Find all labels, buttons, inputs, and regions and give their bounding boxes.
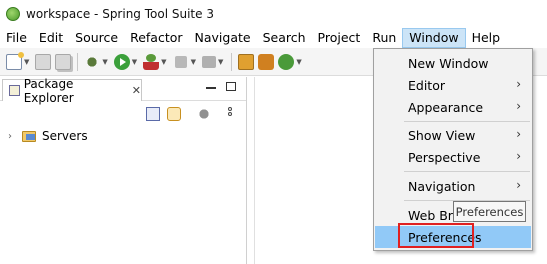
tree-row[interactable]: › Servers [0,127,246,145]
menu-navigate[interactable]: Navigate [189,28,257,48]
spring-boot-icon[interactable] [278,53,295,70]
view-menu-icon[interactable] [228,107,232,121]
submenu-arrow-icon: › [516,99,521,113]
menu-item-appearance[interactable]: Appearance › [375,96,531,118]
menu-item-label: Perspective [408,149,481,165]
menu-source[interactable]: Source [69,28,124,48]
tree-label-servers: Servers [42,129,88,143]
menu-file[interactable]: File [0,28,33,48]
title-bar: workspace - Spring Tool Suite 3 [0,0,547,28]
menu-item-editor[interactable]: Editor › [375,74,531,96]
server-icon[interactable] [201,55,216,68]
menu-project[interactable]: Project [312,28,367,48]
submenu-arrow-icon: › [516,77,521,91]
menu-search[interactable]: Search [257,28,312,48]
minimize-icon[interactable] [206,87,216,89]
menu-item-new-window[interactable]: New Window [375,52,531,74]
menu-separator [404,121,530,122]
run-dropdown-icon[interactable]: ▼ [132,58,137,66]
external-tools-dropdown-icon[interactable]: ▼ [161,58,166,66]
menu-item-label: Editor [408,77,445,93]
toolbar-separator [231,52,233,71]
package-explorer-view: Package Explorer ✕ › Servers [0,77,247,264]
menu-item-label: Preferences [408,229,482,245]
spring-boot-dropdown-icon[interactable]: ▼ [296,58,301,66]
server-folder-icon [22,130,36,142]
focus-on-active-task-icon[interactable] [197,107,211,121]
menu-help[interactable]: Help [466,28,507,48]
menu-item-label: Navigation [408,178,476,194]
window-title: workspace - Spring Tool Suite 3 [26,7,214,21]
tooltip: Preferences [453,201,526,222]
toolbar-separator [77,52,79,71]
view-tab-bar: Package Explorer ✕ [0,77,246,105]
save-all-icon[interactable] [55,53,72,70]
menu-run[interactable]: Run [366,28,402,48]
menu-bar: File Edit Source Refactor Navigate Searc… [0,28,547,48]
menu-item-show-view[interactable]: Show View › [375,124,531,146]
menu-item-label: Appearance [408,99,484,115]
server-dropdown-icon[interactable]: ▼ [218,58,223,66]
menu-item-label: Show View [408,127,476,143]
menu-item-perspective[interactable]: Perspective › [375,146,531,168]
new-package-icon[interactable] [238,53,255,70]
menu-separator [404,171,530,172]
menu-item-label: New Window [408,55,489,71]
chevron-right-icon[interactable]: › [8,131,22,142]
stop-icon[interactable] [174,55,187,68]
package-explorer-tab[interactable]: Package Explorer ✕ [2,77,142,105]
run-icon[interactable] [113,53,130,70]
close-icon[interactable]: ✕ [132,84,141,97]
link-with-editor-icon[interactable] [167,107,181,121]
new-class-icon[interactable] [258,53,275,70]
stop-dropdown-icon[interactable]: ▼ [191,58,196,66]
save-icon[interactable] [35,53,52,70]
debug-dropdown-icon[interactable]: ▼ [102,58,107,66]
menu-refactor[interactable]: Refactor [124,28,188,48]
package-explorer-icon [9,85,20,96]
menu-window[interactable]: Window [402,28,466,48]
menu-item-preferences[interactable]: Preferences [375,226,531,248]
view-toolbar [0,101,246,127]
menu-edit[interactable]: Edit [33,28,69,48]
submenu-arrow-icon: › [516,127,521,141]
new-dropdown-icon[interactable]: ▼ [24,58,29,66]
submenu-arrow-icon: › [516,178,521,192]
external-tools-icon[interactable] [143,53,160,70]
menu-item-navigation[interactable]: Navigation › [375,175,531,197]
submenu-arrow-icon: › [516,149,521,163]
new-icon[interactable] [6,51,24,70]
spring-leaf-icon [6,7,20,21]
maximize-icon[interactable] [226,82,236,91]
debug-icon[interactable] [84,53,101,70]
collapse-all-icon[interactable] [146,107,160,121]
